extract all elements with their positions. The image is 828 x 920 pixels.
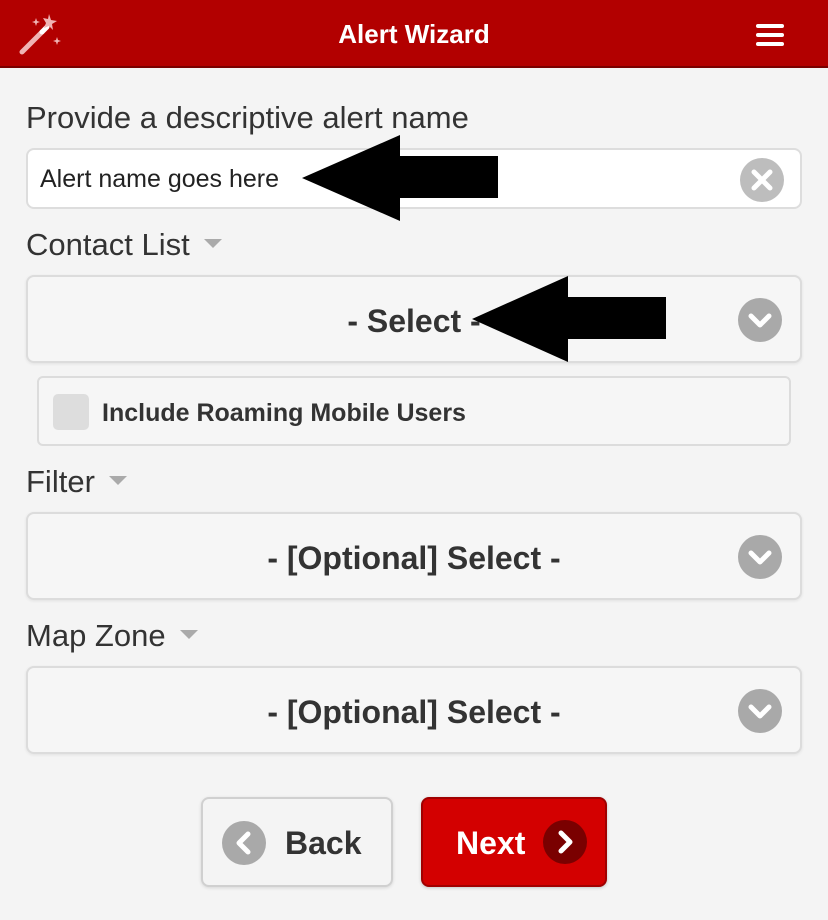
arrow-left-icon (472, 276, 666, 362)
app-header: Alert Wizard (0, 0, 828, 68)
filter-label-text: Filter (26, 464, 95, 499)
contact-list-label[interactable]: Contact List (26, 227, 222, 263)
map-zone-label[interactable]: Map Zone (26, 618, 198, 654)
roaming-users-checkbox[interactable] (53, 394, 89, 430)
map-zone-selected-value: - [Optional] Select - (267, 694, 561, 730)
clear-x-icon[interactable] (740, 158, 784, 202)
contact-list-selected-value: - Select - (347, 303, 481, 339)
chevron-down-icon (738, 535, 782, 579)
chevron-right-icon (543, 820, 587, 864)
roaming-users-checkbox-row[interactable]: Include Roaming Mobile Users (37, 376, 791, 446)
filter-select[interactable]: - [Optional] Select - (26, 512, 802, 600)
next-button[interactable]: Next (421, 797, 607, 887)
back-button-label: Back (285, 825, 362, 861)
filter-label[interactable]: Filter (26, 464, 127, 500)
caret-down-icon (108, 476, 127, 486)
chevron-down-icon (738, 689, 782, 733)
map-zone-label-text: Map Zone (26, 618, 166, 653)
hamburger-menu-icon[interactable] (748, 18, 792, 52)
chevron-down-icon (738, 298, 782, 342)
chevron-left-icon (222, 821, 266, 865)
caret-down-icon (179, 630, 198, 640)
back-button[interactable]: Back (201, 797, 393, 887)
filter-selected-value: - [Optional] Select - (267, 540, 561, 576)
arrow-left-icon (302, 135, 498, 221)
next-button-label: Next (456, 825, 526, 861)
map-zone-select[interactable]: - [Optional] Select - (26, 666, 802, 754)
caret-down-icon (203, 239, 222, 249)
roaming-users-label: Include Roaming Mobile Users (102, 399, 466, 427)
alert-name-label: Provide a descriptive alert name (26, 100, 469, 135)
contact-list-select[interactable]: - Select - (26, 275, 802, 363)
contact-list-label-text: Contact List (26, 227, 190, 262)
page-title: Alert Wizard (338, 19, 490, 49)
